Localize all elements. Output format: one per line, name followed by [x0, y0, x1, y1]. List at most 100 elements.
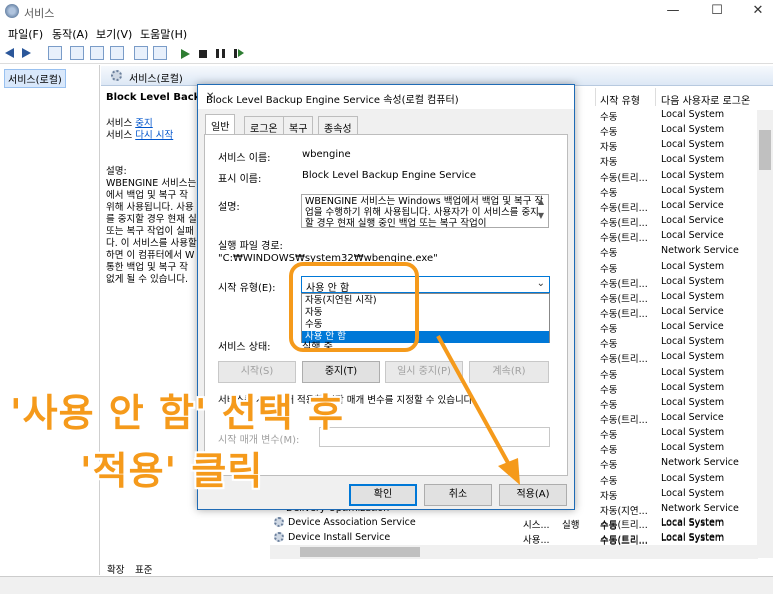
- help-icon[interactable]: [134, 46, 148, 60]
- tab-standard[interactable]: 표준: [135, 562, 152, 576]
- menu-bar: 파일(F) 동작(A) 보기(V) 도움말(H): [0, 22, 773, 42]
- restart-service-link[interactable]: 다시 시작: [135, 130, 173, 141]
- minimize-button[interactable]: —: [660, 2, 686, 20]
- column-header-logon[interactable]: 다음 사용자로 로그온: [661, 92, 750, 107]
- display-name-value: Block Level Backup Engine Service: [302, 170, 477, 181]
- chevron-down-icon[interactable]: ⌄: [537, 278, 545, 289]
- row-startup-type: 수동: [600, 127, 618, 139]
- stop-service-link[interactable]: 중지: [135, 118, 152, 129]
- cancel-button[interactable]: 취소: [424, 484, 492, 506]
- restart-service-icon[interactable]: [234, 49, 244, 58]
- content-header: 서비스(로컬): [101, 66, 773, 86]
- console-tree: 서비스(로컬): [0, 65, 100, 575]
- row-startup-type: 수동: [600, 384, 618, 396]
- row-logon-as: Local Service: [661, 199, 724, 211]
- row-logon-as: Local System: [661, 275, 725, 287]
- row-startup-type: 수동: [600, 369, 618, 381]
- service-desc-short: 시스...: [523, 520, 550, 531]
- column-header-startup[interactable]: 시작 유형: [600, 92, 640, 107]
- refresh-icon[interactable]: [90, 46, 104, 60]
- dialog-titlebar: Block Level Backup Engine Service 속성(로컬 …: [198, 85, 574, 109]
- export-list-icon[interactable]: [110, 46, 124, 60]
- desc-label: 설명:: [106, 166, 127, 177]
- desc-text-line: 에서 백업 및 복구 작: [106, 190, 188, 201]
- stop-button[interactable]: 중지(T): [302, 361, 380, 383]
- tree-item-services-local[interactable]: 서비스(로컬): [4, 69, 66, 88]
- desc-text-line: WBENGINE 서비스는 W: [106, 178, 209, 189]
- row-logon-as: Local System: [661, 396, 725, 408]
- service-startup: 수동(트리...: [600, 520, 648, 531]
- resume-button[interactable]: 계속(R): [469, 361, 549, 383]
- row-startup-type: 수동: [600, 112, 618, 123]
- service-logon: Local System: [661, 532, 725, 543]
- desc-text-line: 또는 복구 작업이 실패: [106, 226, 194, 237]
- tab-extended[interactable]: 확장: [107, 562, 124, 576]
- gear-icon: [274, 532, 284, 542]
- desc-text-line: 를 중지할 경우 현재 실: [106, 214, 197, 225]
- tab-recovery[interactable]: 복구: [283, 116, 314, 135]
- desc-text-line: 하면 이 컴퓨터에서 W: [106, 250, 195, 261]
- gear-icon: [274, 517, 284, 527]
- row-logon-as: Network Service: [661, 245, 739, 257]
- toolbar: [0, 42, 773, 64]
- row-logon-as: Local System: [661, 169, 725, 181]
- row-startup-type: 수동(트리...: [600, 202, 648, 214]
- service-startup: 수동(트리...: [600, 535, 648, 546]
- start-service-icon[interactable]: [181, 49, 190, 59]
- maximize-button[interactable]: ☐: [704, 2, 730, 20]
- horizontal-scroll-thumb[interactable]: [300, 547, 420, 557]
- forward-arrow-icon[interactable]: [22, 48, 31, 58]
- menu-file[interactable]: 파일(F): [8, 26, 43, 42]
- row-logon-as: Network Service: [661, 457, 739, 469]
- vertical-scrollbar[interactable]: [757, 110, 773, 558]
- console-tree-icon[interactable]: [48, 46, 62, 60]
- view-tabs: 확장 표준: [101, 560, 773, 576]
- desc-text-line: 없게 될 수 있습니다.: [106, 274, 188, 285]
- row-logon-as: Local System: [661, 139, 725, 151]
- properties-icon[interactable]: [70, 46, 84, 60]
- dialog-close-button[interactable]: ✕: [206, 91, 568, 102]
- row-startup-type: 수동: [600, 445, 618, 457]
- row-logon-as: Local System: [661, 427, 725, 439]
- tab-dependencies[interactable]: 종속성: [318, 116, 358, 135]
- services-app-icon: [5, 4, 19, 18]
- row-logon-as: Local System: [661, 366, 725, 378]
- back-arrow-icon[interactable]: [5, 48, 14, 58]
- desc-text-line: 위해 사용됩니다. 사용: [106, 202, 194, 213]
- menu-view[interactable]: 보기(V): [96, 26, 132, 42]
- close-button[interactable]: ✕: [745, 2, 771, 20]
- exe-path-label: 실행 파일 경로:: [218, 241, 283, 252]
- desc-text-line: 다. 이 서비스를 사용할: [106, 238, 197, 249]
- row-startup-type: 수동(트리...: [600, 218, 648, 230]
- service-status: 실행: [562, 520, 580, 531]
- row-logon-as: Local System: [661, 351, 725, 363]
- row-logon-as: Local Service: [661, 215, 724, 227]
- row-logon-as: Local System: [661, 472, 725, 484]
- action-pane-icon[interactable]: [153, 46, 167, 60]
- pause-service-icon[interactable]: [216, 49, 225, 58]
- service-name: Device Association Service: [288, 517, 416, 528]
- stop-prefix: 서비스: [106, 118, 136, 129]
- service-status-label: 서비스 상태:: [218, 342, 271, 353]
- startup-type-label: 시작 유형(E):: [218, 283, 276, 294]
- stop-service-icon[interactable]: [199, 50, 207, 58]
- vertical-scroll-thumb[interactable]: [759, 130, 771, 170]
- pause-button[interactable]: 일시 중지(P): [385, 361, 463, 383]
- window-title: 서비스: [24, 7, 55, 20]
- apply-button[interactable]: 적용(A): [499, 484, 567, 506]
- service-name-label: 서비스 이름:: [218, 153, 271, 164]
- description-textbox[interactable]: WBENGINE 서비스는 Windows 백업에서 백업 및 복구 작업을 수…: [301, 194, 549, 228]
- stop-link-line: 서비스 중지: [106, 118, 153, 130]
- tab-logon[interactable]: 로그온: [244, 116, 284, 135]
- description-scroll-arrows[interactable]: ▲ ▼: [534, 195, 548, 227]
- row-startup-type: 수동(트리...: [600, 278, 648, 290]
- menu-help[interactable]: 도움말(H): [140, 26, 187, 42]
- desc-text-line: 통한 백업 및 복구 작: [106, 262, 188, 273]
- menu-action[interactable]: 동작(A): [52, 26, 88, 42]
- row-logon-as: Local System: [661, 290, 725, 302]
- tab-general[interactable]: 일반: [205, 114, 236, 135]
- ok-button[interactable]: 확인: [349, 484, 417, 506]
- start-button[interactable]: 시작(S): [218, 361, 296, 383]
- row-startup-type: 수동: [600, 430, 618, 442]
- start-param-input[interactable]: [319, 427, 550, 447]
